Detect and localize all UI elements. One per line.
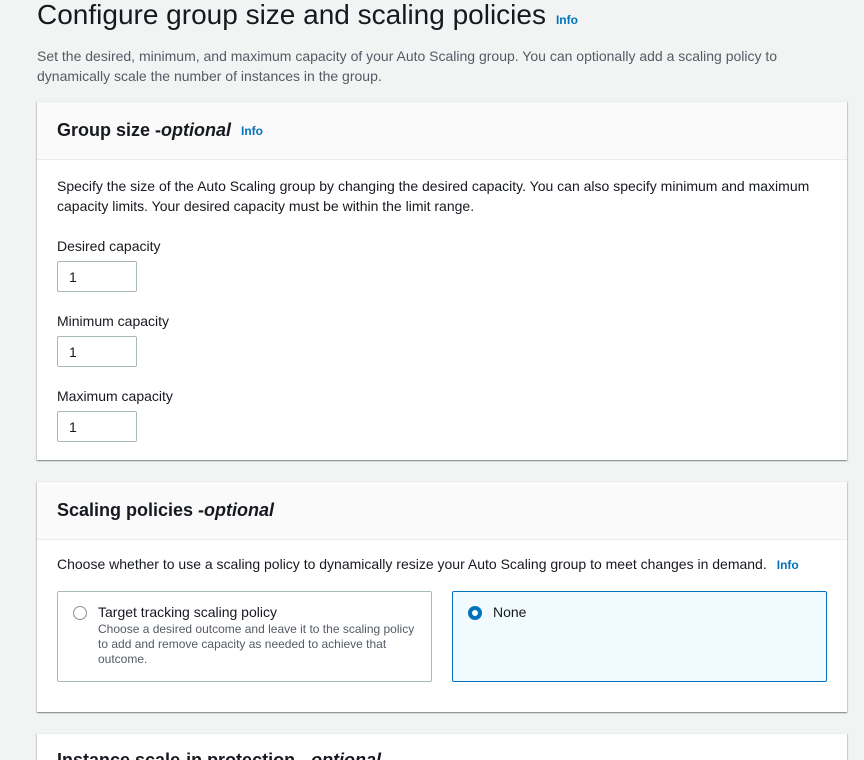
radio-target-tracking[interactable]: Target tracking scaling policy Choose a … xyxy=(57,591,432,682)
group-size-optional: optional xyxy=(161,120,232,140)
scaling-policies-info-link[interactable]: Info xyxy=(777,555,799,575)
radio-none[interactable]: None xyxy=(452,591,827,682)
scaling-policies-title: Scaling policies - xyxy=(57,500,205,520)
radio-none-circle[interactable] xyxy=(468,606,482,620)
group-size-title: Group size - xyxy=(57,120,162,140)
page-description: Set the desired, minimum, and maximum ca… xyxy=(37,48,778,84)
scaling-policies-body: Choose whether to use a scaling policy t… xyxy=(37,540,847,702)
desired-capacity-label: Desired capacity xyxy=(57,238,161,254)
scale-in-protection-title: Instance scale-in protection - xyxy=(57,750,312,760)
group-size-header: Group size - optional Info xyxy=(37,102,847,160)
group-size-info-link[interactable]: Info xyxy=(241,124,263,138)
desired-capacity-field: Desired capacity xyxy=(57,236,827,292)
scale-in-protection-optional: optional xyxy=(311,750,382,760)
maximum-capacity-input[interactable] xyxy=(57,411,137,442)
scaling-policy-radio-group: Target tracking scaling policy Choose a … xyxy=(57,591,827,682)
scale-in-protection-header: Instance scale-in protection - optional xyxy=(37,734,847,760)
page-title: Configure group size and scaling policie… xyxy=(37,0,847,35)
group-size-card: Group size - optional Info Specify the s… xyxy=(37,101,847,460)
radio-target-tracking-circle[interactable] xyxy=(73,606,87,620)
page-header: Configure group size and scaling policie… xyxy=(37,0,847,35)
page-info-link[interactable]: Info xyxy=(556,5,578,35)
minimum-capacity-input[interactable] xyxy=(57,336,137,367)
minimum-capacity-field: Minimum capacity xyxy=(57,311,827,367)
desired-capacity-input[interactable] xyxy=(57,261,137,292)
radio-target-tracking-description: Choose a desired outcome and leave it to… xyxy=(98,622,415,666)
radio-none-label: None xyxy=(493,604,527,620)
scaling-policies-header: Scaling policies - optional xyxy=(37,482,847,540)
maximum-capacity-field: Maximum capacity xyxy=(57,386,827,442)
scaling-policies-description: Choose whether to use a scaling policy t… xyxy=(57,556,767,572)
maximum-capacity-label: Maximum capacity xyxy=(57,388,173,404)
scale-in-protection-card: Instance scale-in protection - optional xyxy=(37,733,847,760)
radio-target-tracking-label: Target tracking scaling policy xyxy=(98,604,277,620)
scaling-policies-card: Scaling policies - optional Choose wheth… xyxy=(37,481,847,712)
page-title-text: Configure group size and scaling policie… xyxy=(37,0,546,30)
page: Configure group size and scaling policie… xyxy=(0,0,864,760)
group-size-description: Specify the size of the Auto Scaling gro… xyxy=(57,178,810,214)
scaling-policies-optional: optional xyxy=(204,500,275,520)
group-size-body: Specify the size of the Auto Scaling gro… xyxy=(37,160,847,462)
scaling-policies-description-row: Choose whether to use a scaling policy t… xyxy=(57,554,827,575)
minimum-capacity-label: Minimum capacity xyxy=(57,313,170,329)
